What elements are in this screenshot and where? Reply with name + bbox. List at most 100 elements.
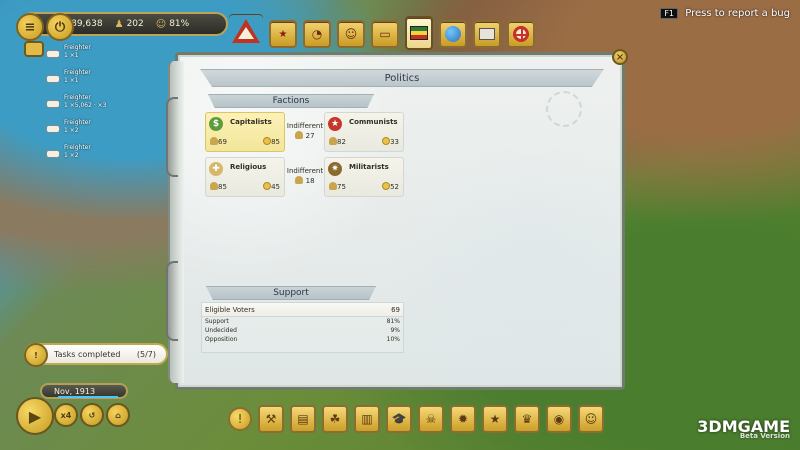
tasks-label: Tasks completed: [54, 349, 121, 359]
wheel-icon[interactable]: ✹: [450, 405, 476, 433]
list-item-detail: 1 ×5,062 · ×3: [64, 102, 107, 109]
list-item[interactable]: Freighter 1 ×5,062 · ×3: [42, 94, 128, 119]
list-item[interactable]: Freighter 1 ×2: [42, 144, 128, 169]
target-icon: [513, 26, 529, 42]
paper-stamp-decoration: [546, 91, 582, 127]
tab-target[interactable]: [507, 20, 535, 48]
seal-icon[interactable]: ◉: [546, 405, 572, 433]
faction-card-religious[interactable]: ✚ Religious 85 45: [205, 157, 285, 197]
opposition-row: Opposition 10%: [202, 335, 403, 344]
rotate-button[interactable]: ↺: [80, 403, 104, 427]
faction-name: Religious: [230, 163, 267, 171]
approval-face-icon: [263, 137, 272, 145]
f1-key: F1: [660, 8, 679, 19]
star-icon[interactable]: ★: [482, 405, 508, 433]
population-stat: ♟ 202: [115, 19, 144, 30]
tab-faction[interactable]: ★: [269, 20, 297, 48]
panel-title: Politics: [200, 69, 604, 87]
date-progress-bar: [58, 396, 118, 398]
dollar-icon: $: [209, 117, 223, 131]
indifferent-label: Indifferent: [286, 167, 324, 175]
notification-badge[interactable]: [24, 41, 44, 57]
approval-face-icon: [382, 182, 391, 190]
time-control-button[interactable]: ⏻: [46, 13, 74, 41]
tab-politics[interactable]: [405, 16, 433, 50]
list-item-title: Freighter: [64, 119, 91, 126]
tasks-completed-pill[interactable]: ! Tasks completed (5/7): [24, 343, 168, 367]
person-icon: [210, 182, 218, 190]
faction-star-icon: ★: [278, 28, 288, 40]
faction-members: 82: [329, 137, 346, 146]
faction-card-communists[interactable]: ★ Communists 82 33: [324, 112, 404, 152]
ship-icon: [46, 50, 60, 58]
support-summary: Eligible Voters 69 Support 81% Undecided…: [201, 302, 404, 353]
nature-icon[interactable]: ☘: [322, 405, 348, 433]
faction-members: 85: [210, 182, 227, 191]
tab-world[interactable]: [439, 20, 467, 48]
approval-icon: ☺: [155, 18, 167, 30]
tasks-count: (5/7): [136, 349, 156, 359]
population-value: 202: [126, 19, 144, 29]
list-item-title: Freighter: [64, 94, 91, 101]
play-button[interactable]: ▶: [16, 397, 54, 435]
eligible-voters-label: Eligible Voters: [205, 305, 255, 314]
list-item-title: Freighter: [64, 44, 91, 51]
sidebar-ship-list: Freighter 1 ×1 Freighter 1 ×1 Freighter …: [42, 44, 128, 169]
faction-name: Militarists: [349, 163, 389, 171]
alert-icon[interactable]: !: [228, 407, 252, 431]
speed-x4-button[interactable]: x4: [54, 403, 78, 427]
faction-stats: 82 33: [329, 137, 399, 146]
ship-icon: [46, 150, 60, 158]
close-button[interactable]: ×: [612, 49, 628, 65]
book-icon[interactable]: ▥: [354, 405, 380, 433]
faction-card-capitalists[interactable]: $ Capitalists 69 85: [205, 112, 285, 152]
indifferent-label: Indifferent: [286, 122, 324, 130]
indifferent-top: Indifferent 27: [286, 122, 324, 140]
approval-face-icon: [382, 137, 391, 145]
menu-button[interactable]: ≡: [16, 13, 44, 41]
tab-warning[interactable]: [229, 14, 263, 48]
list-item-detail: 1 ×1: [64, 77, 79, 84]
tab-economy[interactable]: ◔: [303, 20, 331, 48]
approval-stat: ☺ 81%: [156, 19, 189, 30]
tab-edicts[interactable]: [473, 20, 501, 48]
support-value: 81%: [386, 318, 400, 325]
tab-people[interactable]: ☺: [337, 20, 365, 48]
list-item[interactable]: Freighter 1 ×1: [42, 44, 128, 69]
faction-stats: 69 85: [210, 137, 280, 146]
list-item-detail: 1 ×2: [64, 152, 79, 159]
date-value: Nov, 1913: [54, 386, 96, 396]
faction-approval: 85: [263, 137, 280, 146]
binder-ring-bottom: [166, 261, 178, 341]
ship-icon: [46, 75, 60, 83]
ship-icon: [46, 100, 60, 108]
top-resource-bar: ≡ ⏻ $ 189,638 ♟ 202 ☺ 81%: [16, 12, 228, 41]
person-icon: [210, 137, 218, 145]
faction-stats: 85 45: [210, 182, 280, 191]
suit-icon[interactable]: ♛: [514, 405, 540, 433]
list-item[interactable]: Freighter 1 ×2: [42, 119, 128, 144]
faction-approval: 45: [263, 182, 280, 191]
factions-section-title: Factions: [208, 94, 374, 108]
faction-members: 69: [210, 137, 227, 146]
indifferent-bottom: Indifferent 18: [286, 167, 324, 185]
watermark: 3DMGAME Beta Version: [697, 417, 790, 440]
ship-icon: [46, 125, 60, 133]
sailor-icon[interactable]: ☺: [578, 405, 604, 433]
list-item-title: Freighter: [64, 144, 91, 151]
tab-construction[interactable]: ▭: [371, 20, 399, 48]
economy-icon: ◔: [311, 27, 323, 41]
indifferent-value: 27: [286, 131, 324, 140]
construction-icon: ▭: [379, 27, 391, 41]
home-button[interactable]: ⌂: [106, 403, 130, 427]
support-label: Support: [205, 318, 229, 325]
education-icon[interactable]: 🎓: [386, 405, 412, 433]
faction-card-militarists[interactable]: ✷ Militarists 75 52: [324, 157, 404, 197]
document-icon[interactable]: ▤: [290, 405, 316, 433]
person-icon: [329, 137, 337, 145]
list-item[interactable]: Freighter 1 ×1: [42, 69, 128, 94]
pirate-icon[interactable]: ☠: [418, 405, 444, 433]
watermark-sub: Beta Version: [739, 432, 790, 440]
tools-icon[interactable]: ⚒: [258, 405, 284, 433]
support-row: Support 81%: [202, 317, 403, 326]
